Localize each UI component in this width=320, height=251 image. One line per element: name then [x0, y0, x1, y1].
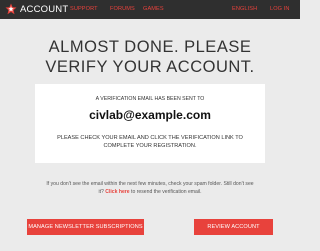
top-nav-bar: ACCOUNT SUPPORT FORUMS GAMES ENGLISH LOG…: [0, 0, 300, 19]
nav-link-language[interactable]: ENGLISH: [232, 5, 257, 14]
notice-suffix: to resend the verification email.: [131, 189, 202, 195]
page-title: ALMOST DONE. PLEASE VERIFY YOUR ACCOUNT.: [0, 37, 300, 77]
nav-link-forums[interactable]: FORUMS: [110, 5, 135, 14]
email-sent-message: A VERIFICATION EMAIL HAS BEEN SENT TO: [95, 96, 205, 102]
verification-instructions-line-1: PLEASE CHECK YOUR EMAIL AND CLICK THE VE…: [57, 135, 243, 141]
notice-prefix: it?: [98, 189, 104, 195]
page-title-line-1: ALMOST DONE. PLEASE: [48, 38, 252, 56]
verification-instructions: PLEASE CHECK YOUR EMAIL AND CLICK THE VE…: [35, 135, 265, 150]
brand-name[interactable]: ACCOUNT: [20, 3, 68, 16]
notice-line-2: it? Click here to resend the verificatio…: [0, 188, 300, 196]
nav-link-games[interactable]: GAMES: [143, 5, 164, 14]
resend-email-link[interactable]: Click here: [105, 189, 129, 195]
manage-newsletter-button[interactable]: MANAGE NEWSLETTER SUBSCRIPTIONS: [27, 219, 144, 235]
notice-line-1: If you don't see the email within the ne…: [46, 181, 254, 187]
email-address: civlab@example.com: [89, 108, 211, 122]
verification-panel: A VERIFICATION EMAIL HAS BEEN SENT TO ci…: [35, 84, 265, 163]
nav-link-login[interactable]: LOG IN: [270, 5, 290, 14]
page-title-line-2: VERIFY YOUR ACCOUNT.: [45, 58, 255, 76]
verification-instructions-line-2: COMPLETE YOUR REGISTRATION.: [103, 142, 197, 149]
spam-folder-notice: If you don't see the email within the ne…: [0, 180, 300, 196]
review-account-button[interactable]: REVIEW ACCOUNT: [194, 219, 273, 235]
nav-link-support[interactable]: SUPPORT: [70, 5, 98, 14]
red-star-logo-icon[interactable]: [5, 3, 17, 15]
